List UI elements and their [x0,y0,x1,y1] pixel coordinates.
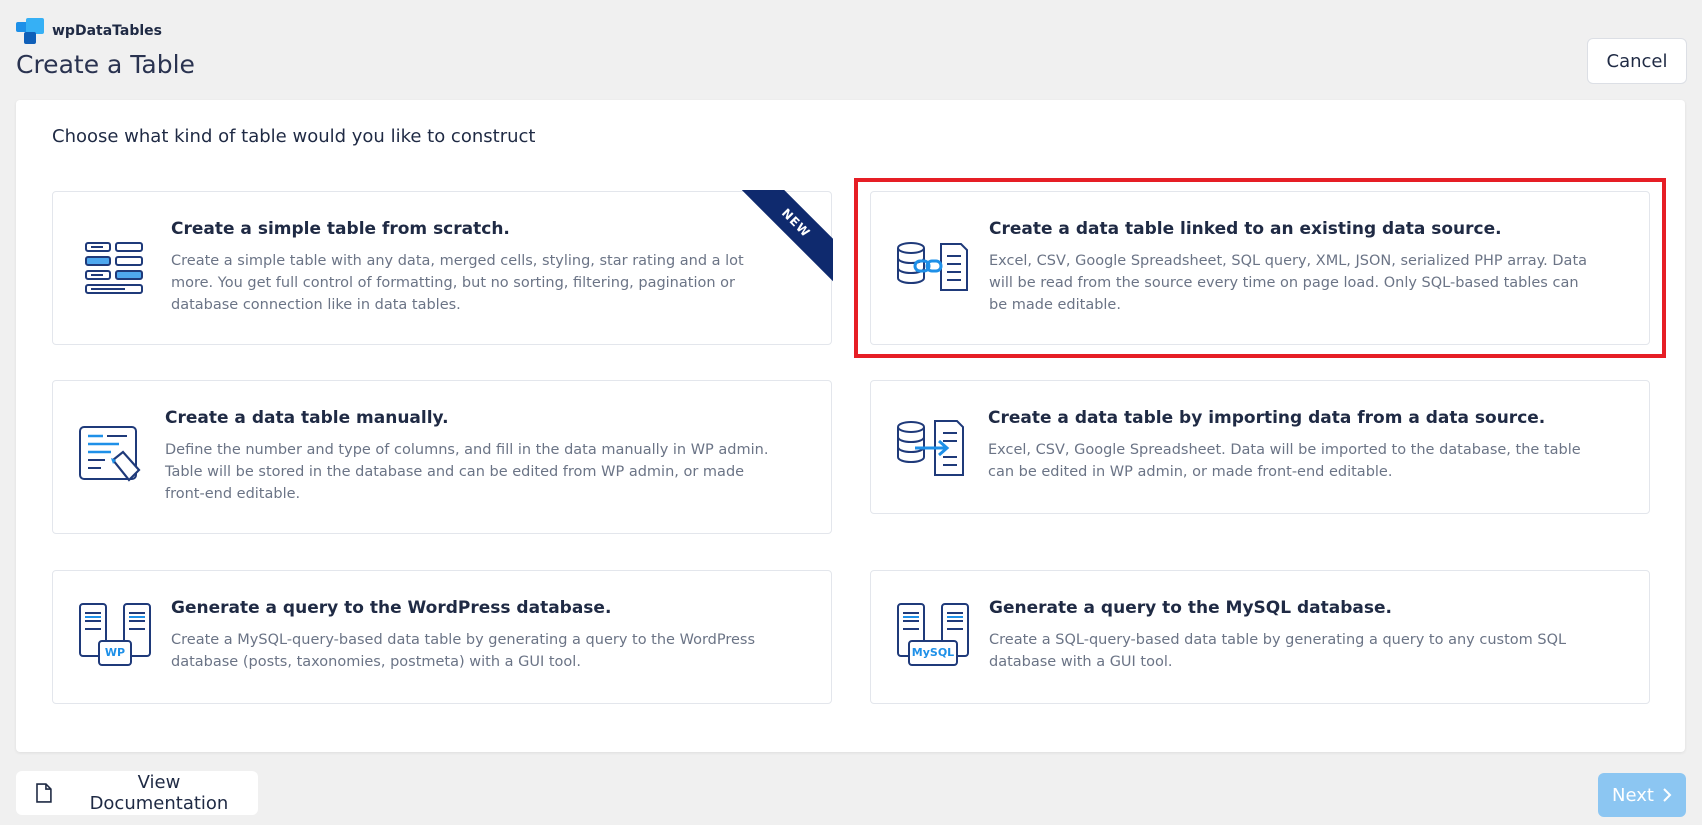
card-title: Generate a query to the WordPress databa… [171,598,612,618]
manual-table-icon [79,426,141,482]
simple-table-icon [85,242,143,294]
card-title: Create a data table by importing data fr… [988,408,1546,428]
view-documentation-button[interactable]: View Documentation [16,771,258,815]
card-description: Create a SQL-query-based data table by g… [989,632,1567,670]
new-ribbon: NEW [741,190,833,282]
card-title: Create a data table linked to an existin… [989,219,1502,239]
wpdatatables-logo-icon [16,18,44,44]
chevron-right-icon [1663,788,1672,802]
panel-heading: Choose what kind of table would you like… [52,126,536,147]
linked-data-source-icon [897,242,968,291]
card-title: Create a data table manually. [165,408,449,428]
card-description: Excel, CSV, Google Spreadsheet. Data wil… [988,442,1581,480]
card-linked-data-source[interactable]: Create a data table linked to an existin… [870,191,1650,345]
table-type-panel: Choose what kind of table would you like… [16,100,1685,752]
view-documentation-label: View Documentation [89,772,229,814]
card-description: Define the number and type of columns, a… [165,442,769,502]
wp-icon-label: WP [104,646,126,659]
app-logo: wpDataTables [16,18,162,44]
page-title: Create a Table [16,50,195,79]
next-label: Next [1612,784,1654,806]
document-icon [36,783,52,803]
cancel-button[interactable]: Cancel [1587,38,1687,84]
app-name: wpDataTables [52,23,163,39]
card-description: Create a MySQL-query-based data table by… [171,632,756,670]
card-mysql-query[interactable]: MySQL Generate a query to the MySQL data… [870,570,1650,704]
import-data-icon [897,420,964,476]
card-simple-table[interactable]: Create a simple table from scratch. Crea… [52,190,833,345]
mysql-icon-label: MySQL [911,646,955,659]
card-description: Excel, CSV, Google Spreadsheet, SQL quer… [989,253,1588,313]
card-title: Generate a query to the MySQL database. [989,598,1392,618]
card-manual-table[interactable]: Create a data table manually. Define the… [52,380,832,534]
new-badge: NEW [741,190,833,282]
card-import-data[interactable]: Create a data table by importing data fr… [870,380,1650,514]
card-title: Create a simple table from scratch. [171,219,510,239]
next-button[interactable]: Next [1598,773,1686,817]
card-description: Create a simple table with any data, mer… [171,253,744,313]
card-wp-query[interactable]: WP Generate a query to the WordPress dat… [52,570,832,704]
